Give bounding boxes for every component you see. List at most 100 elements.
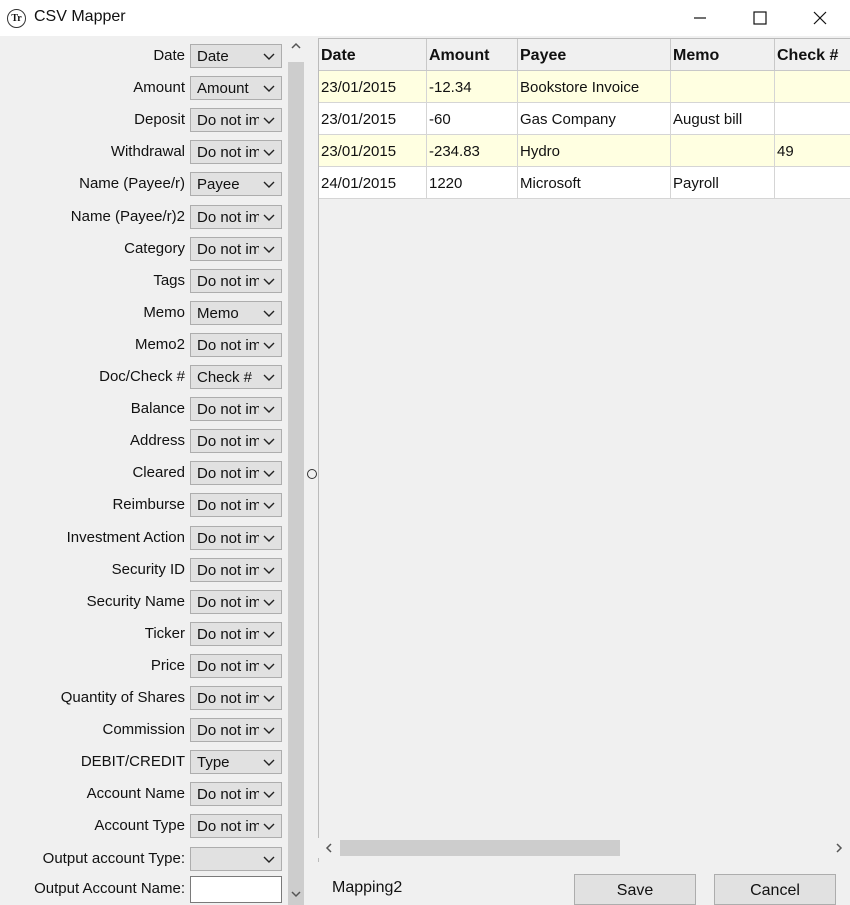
- close-icon: [813, 11, 827, 25]
- table-cell[interactable]: 24/01/2015: [319, 167, 427, 199]
- mapping-label: Amount: [133, 79, 185, 96]
- table-cell[interactable]: Hydro: [518, 135, 671, 167]
- splitter-handle[interactable]: [307, 469, 317, 479]
- mapping-dropdown[interactable]: Do not import: [190, 205, 282, 229]
- mapping-dropdown-value: Do not import: [197, 530, 259, 547]
- column-header-check[interactable]: Check #: [775, 39, 850, 71]
- column-header-payee[interactable]: Payee: [518, 39, 671, 71]
- mapping-dropdown-value: Do not import: [197, 401, 259, 418]
- scroll-right-icon: [836, 843, 843, 853]
- chevron-down-icon: [263, 599, 275, 606]
- mapping-dropdown[interactable]: Do not import: [190, 718, 282, 742]
- mapping-dropdown[interactable]: Do not import: [190, 140, 282, 164]
- mapping-dropdown[interactable]: Do not import: [190, 493, 282, 517]
- table-row[interactable]: 23/01/2015 -12.34 Bookstore Invoice: [319, 71, 850, 103]
- table-cell[interactable]: Microsoft: [518, 167, 671, 199]
- mapping-label: Deposit: [134, 111, 185, 128]
- mapping-dropdown[interactable]: Do not import: [190, 654, 282, 678]
- mapping-dropdown[interactable]: Do not import: [190, 686, 282, 710]
- table-cell[interactable]: 23/01/2015: [319, 103, 427, 135]
- mapping-label: Reimburse: [112, 496, 185, 513]
- save-button[interactable]: Save: [574, 874, 696, 905]
- grid-header: Date Amount Payee Memo Check #: [319, 39, 850, 71]
- mapping-dropdown[interactable]: Do not import: [190, 429, 282, 453]
- mapping-row: Security Name Do not import: [0, 590, 286, 614]
- table-cell[interactable]: Gas Company: [518, 103, 671, 135]
- table-cell[interactable]: August bill: [671, 103, 775, 135]
- table-row[interactable]: 23/01/2015 -234.83 Hydro 49: [319, 135, 850, 167]
- maximize-button[interactable]: [730, 0, 790, 36]
- mapping-dropdown[interactable]: Amount: [190, 76, 282, 100]
- mapping-dropdown[interactable]: Do not import: [190, 397, 282, 421]
- chevron-down-icon: [263, 214, 275, 221]
- chevron-down-icon: [263, 438, 275, 445]
- mapping-dropdown[interactable]: Do not import: [190, 333, 282, 357]
- cancel-button[interactable]: Cancel: [714, 874, 836, 905]
- table-cell[interactable]: Bookstore Invoice: [518, 71, 671, 103]
- mapping-dropdown-value: Do not import: [197, 209, 259, 226]
- chevron-down-icon: [263, 310, 275, 317]
- mapping-dropdown-value: Do not import: [197, 722, 259, 739]
- mapping-dropdown[interactable]: Do not import: [190, 558, 282, 582]
- mapping-dropdown[interactable]: Do not import: [190, 622, 282, 646]
- mapping-label: DEBIT/CREDIT: [80, 753, 185, 770]
- mapping-dropdown[interactable]: Memo: [190, 301, 282, 325]
- output-account-name-input[interactable]: [190, 876, 282, 903]
- mapping-dropdown[interactable]: [190, 847, 282, 871]
- table-row[interactable]: 24/01/2015 1220 Microsoft Payroll: [319, 167, 850, 199]
- mapping-dropdown[interactable]: Payee: [190, 172, 282, 196]
- table-cell[interactable]: [775, 103, 850, 135]
- grid-horizontal-scrollbar[interactable]: [318, 838, 850, 858]
- table-cell[interactable]: [775, 71, 850, 103]
- table-row[interactable]: 23/01/2015 -60 Gas Company August bill: [319, 103, 850, 135]
- column-header-date[interactable]: Date: [319, 39, 427, 71]
- mapping-dropdown[interactable]: Do not import: [190, 814, 282, 838]
- mapping-dropdown[interactable]: Date: [190, 44, 282, 68]
- mapping-dropdown-value: Do not import: [197, 465, 259, 482]
- table-cell[interactable]: -234.83: [427, 135, 518, 167]
- column-header-amount[interactable]: Amount: [427, 39, 518, 71]
- close-button[interactable]: [790, 0, 850, 36]
- grid-scrollbar-thumb[interactable]: [340, 840, 620, 856]
- table-cell[interactable]: -12.34: [427, 71, 518, 103]
- mapping-row: Withdrawal Do not import: [0, 140, 286, 164]
- mapping-row: Amount Amount: [0, 76, 286, 100]
- chevron-down-icon: [263, 567, 275, 574]
- chevron-down-icon: [263, 856, 275, 863]
- table-cell[interactable]: 49: [775, 135, 850, 167]
- chevron-down-icon: [263, 85, 275, 92]
- mapping-scrollbar[interactable]: [286, 38, 306, 905]
- mapping-dropdown[interactable]: Do not import: [190, 526, 282, 550]
- mapping-dropdown[interactable]: Check #: [190, 365, 282, 389]
- mapping-dropdown[interactable]: Do not import: [190, 590, 282, 614]
- mapping-row: Memo2 Do not import: [0, 333, 286, 357]
- mapping-dropdown-value: Do not import: [197, 786, 259, 803]
- table-cell[interactable]: 23/01/2015: [319, 71, 427, 103]
- table-cell[interactable]: [671, 71, 775, 103]
- mapping-row: Ticker Do not import: [0, 622, 286, 646]
- mapping-row: Account Type Do not import: [0, 814, 286, 838]
- table-cell[interactable]: [671, 135, 775, 167]
- mapping-dropdown[interactable]: Do not import: [190, 461, 282, 485]
- output-account-name-label: Output Account Name:: [34, 880, 185, 897]
- mapping-label: Memo2: [134, 336, 185, 353]
- mapping-dropdown[interactable]: Do not import: [190, 269, 282, 293]
- table-cell[interactable]: -60: [427, 103, 518, 135]
- table-cell[interactable]: [775, 167, 850, 199]
- table-cell[interactable]: 23/01/2015: [319, 135, 427, 167]
- chevron-down-icon: [263, 181, 275, 188]
- mapping-dropdown[interactable]: Type: [190, 750, 282, 774]
- scrollbar-thumb[interactable]: [288, 62, 304, 905]
- table-cell[interactable]: Payroll: [671, 167, 775, 199]
- mapping-dropdown-value: Date: [197, 48, 229, 65]
- mapping-label: Balance: [130, 400, 185, 417]
- chevron-down-icon: [263, 663, 275, 670]
- column-header-memo[interactable]: Memo: [671, 39, 775, 71]
- mapping-dropdown[interactable]: Do not import: [190, 782, 282, 806]
- mapping-label: Account Type: [94, 817, 185, 834]
- mapping-dropdown-value: Do not import: [197, 562, 259, 579]
- mapping-dropdown[interactable]: Do not import: [190, 237, 282, 261]
- minimize-button[interactable]: [670, 0, 730, 36]
- mapping-dropdown[interactable]: Do not import: [190, 108, 282, 132]
- table-cell[interactable]: 1220: [427, 167, 518, 199]
